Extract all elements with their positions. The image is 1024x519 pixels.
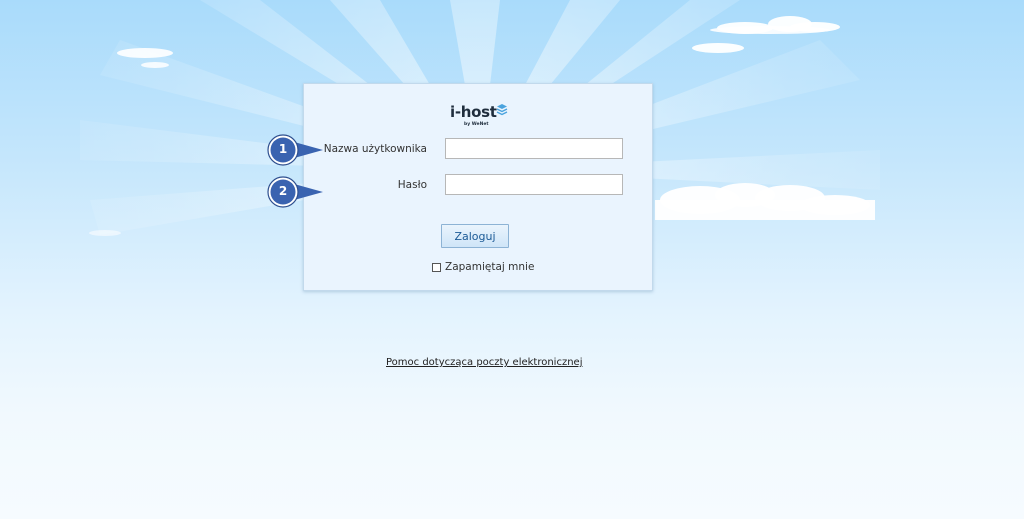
annotation-callout-1: 1 — [265, 132, 325, 172]
stacked-layers-icon — [496, 104, 508, 116]
remember-me-label: Zapamiętaj mnie — [445, 261, 535, 273]
username-label: Nazwa użytkownika — [323, 143, 427, 155]
annotation-callout-2: 2 — [265, 174, 325, 214]
callout-number: 2 — [278, 184, 288, 198]
remember-me-checkbox[interactable] — [432, 262, 441, 272]
password-label: Hasło — [397, 179, 427, 191]
username-input[interactable] — [445, 138, 623, 159]
remember-me-option[interactable]: Zapamiętaj mnie — [432, 261, 534, 273]
logo-tagline: by WeNet — [464, 122, 489, 127]
email-help-link[interactable]: Pomoc dotycząca poczty elektronicznej — [386, 357, 582, 368]
i-host-logo: i-host by WeNet — [450, 103, 512, 131]
password-input[interactable] — [445, 174, 623, 195]
callout-number: 1 — [278, 142, 288, 156]
login-button[interactable]: Zaloguj — [441, 224, 509, 248]
logo-name: i-host — [450, 103, 497, 121]
